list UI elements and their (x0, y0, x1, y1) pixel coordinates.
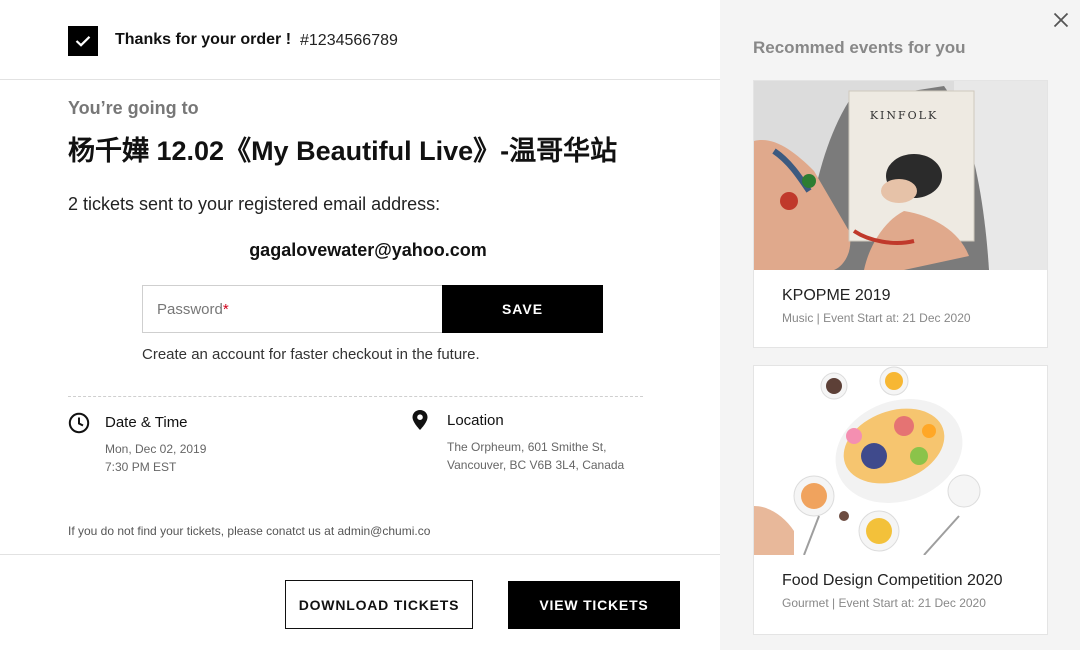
order-number: #1234566789 (300, 32, 398, 49)
kinfolk-cover-text: KINFOLK (870, 109, 938, 122)
create-account-hint: Create an account for faster checkout in… (142, 346, 480, 363)
event-title: 杨千嬅 12.02《My Beautiful Live》-温哥华站 (68, 136, 618, 166)
event-card-title: Food Design Competition 2020 (782, 572, 1003, 589)
event-card-image (754, 366, 1047, 555)
recommend-title: Recommed events for you (753, 38, 966, 57)
location-label: Location (447, 412, 504, 429)
clock-icon (68, 412, 90, 434)
location-address-line1: The Orpheum, 601 Smithe St, (447, 440, 607, 454)
location-address-line2: Vancouver, BC V6B 3L4, Canada (447, 458, 625, 472)
footer-divider (0, 554, 720, 555)
required-mark: * (222, 300, 229, 318)
check-icon (68, 26, 98, 56)
event-card[interactable]: KINFOLK KPOPME 2019 Music | Event Start … (753, 80, 1048, 348)
view-tickets-button[interactable]: VIEW TICKETS (508, 581, 680, 629)
going-label: You’re going to (68, 98, 199, 118)
event-card-meta: Gourmet | Event Start at: 21 Dec 2020 (782, 596, 986, 610)
tickets-sent-text: 2 tickets sent to your registered email … (68, 194, 441, 214)
order-confirmation-panel: Thanks for your order ! #1234566789 You’… (0, 0, 720, 650)
event-card-meta: Music | Event Start at: 21 Dec 2020 (782, 311, 971, 325)
save-button[interactable]: SAVE (442, 285, 603, 333)
divider (68, 396, 643, 397)
registered-email: gagalovewater@yahoo.com (249, 240, 487, 260)
event-card-title: KPOPME 2019 (782, 287, 891, 304)
help-text: If you do not find your tickets, please … (68, 524, 431, 538)
close-icon[interactable] (1050, 9, 1072, 31)
event-date: Mon, Dec 02, 2019 (105, 442, 207, 456)
event-time: 7:30 PM EST (105, 460, 177, 474)
date-time-label: Date & Time (105, 414, 188, 431)
download-tickets-button[interactable]: DOWNLOAD TICKETS (285, 580, 473, 629)
event-card[interactable]: Food Design Competition 2020 Gourmet | E… (753, 365, 1048, 635)
event-card-image: KINFOLK (754, 81, 1047, 270)
password-field[interactable]: Password * (142, 285, 442, 333)
password-placeholder: Password (157, 300, 223, 318)
order-header: Thanks for your order ! #1234566789 (0, 0, 720, 80)
thanks-heading: Thanks for your order ! (115, 31, 292, 48)
location-pin-icon (412, 410, 428, 430)
